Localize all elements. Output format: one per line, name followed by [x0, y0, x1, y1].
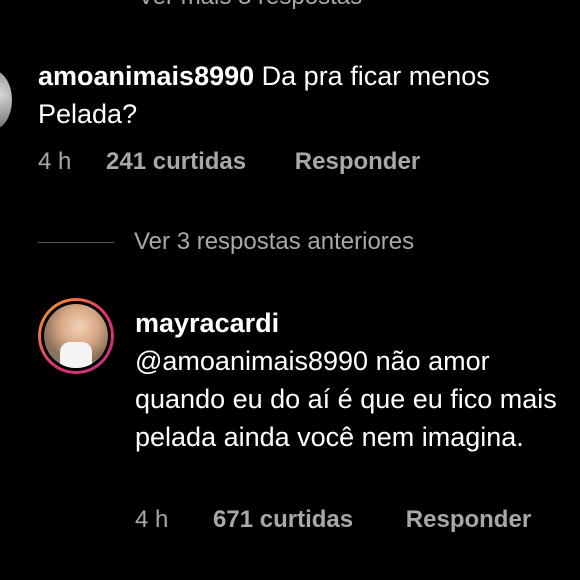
divider-line — [38, 241, 114, 243]
reply-button[interactable]: Responder — [295, 148, 420, 175]
comment-meta: 4 h 671 curtidas Responder — [135, 506, 531, 534]
comment: amoanimais8990 Da pra ficar menos Pelada… — [38, 57, 578, 133]
reply-comment: mayracardi @amoanimais8990 não amor quan… — [135, 304, 575, 456]
likes-count[interactable]: 671 curtidas — [213, 506, 353, 533]
comment-username[interactable]: amoanimais8990 — [38, 61, 254, 91]
likes-count[interactable]: 241 curtidas — [106, 148, 246, 175]
view-previous-replies[interactable]: Ver 3 respostas anteriores — [38, 228, 414, 256]
reply-button[interactable]: Responder — [406, 506, 531, 533]
comment-meta: 4 h 241 curtidas Responder — [38, 148, 420, 176]
comment-time: 4 h — [38, 148, 72, 175]
mention-link[interactable]: @amoanimais8990 — [135, 346, 368, 376]
avatar[interactable] — [38, 298, 114, 374]
avatar[interactable] — [0, 70, 12, 130]
view-more-replies-partial[interactable]: Ver mais 3 respostas — [138, 0, 362, 11]
view-previous-replies-label[interactable]: Ver 3 respostas anteriores — [134, 228, 414, 256]
comment-time: 4 h — [135, 506, 169, 533]
avatar-photo — [44, 304, 108, 368]
comment-username[interactable]: mayracardi — [135, 304, 575, 342]
